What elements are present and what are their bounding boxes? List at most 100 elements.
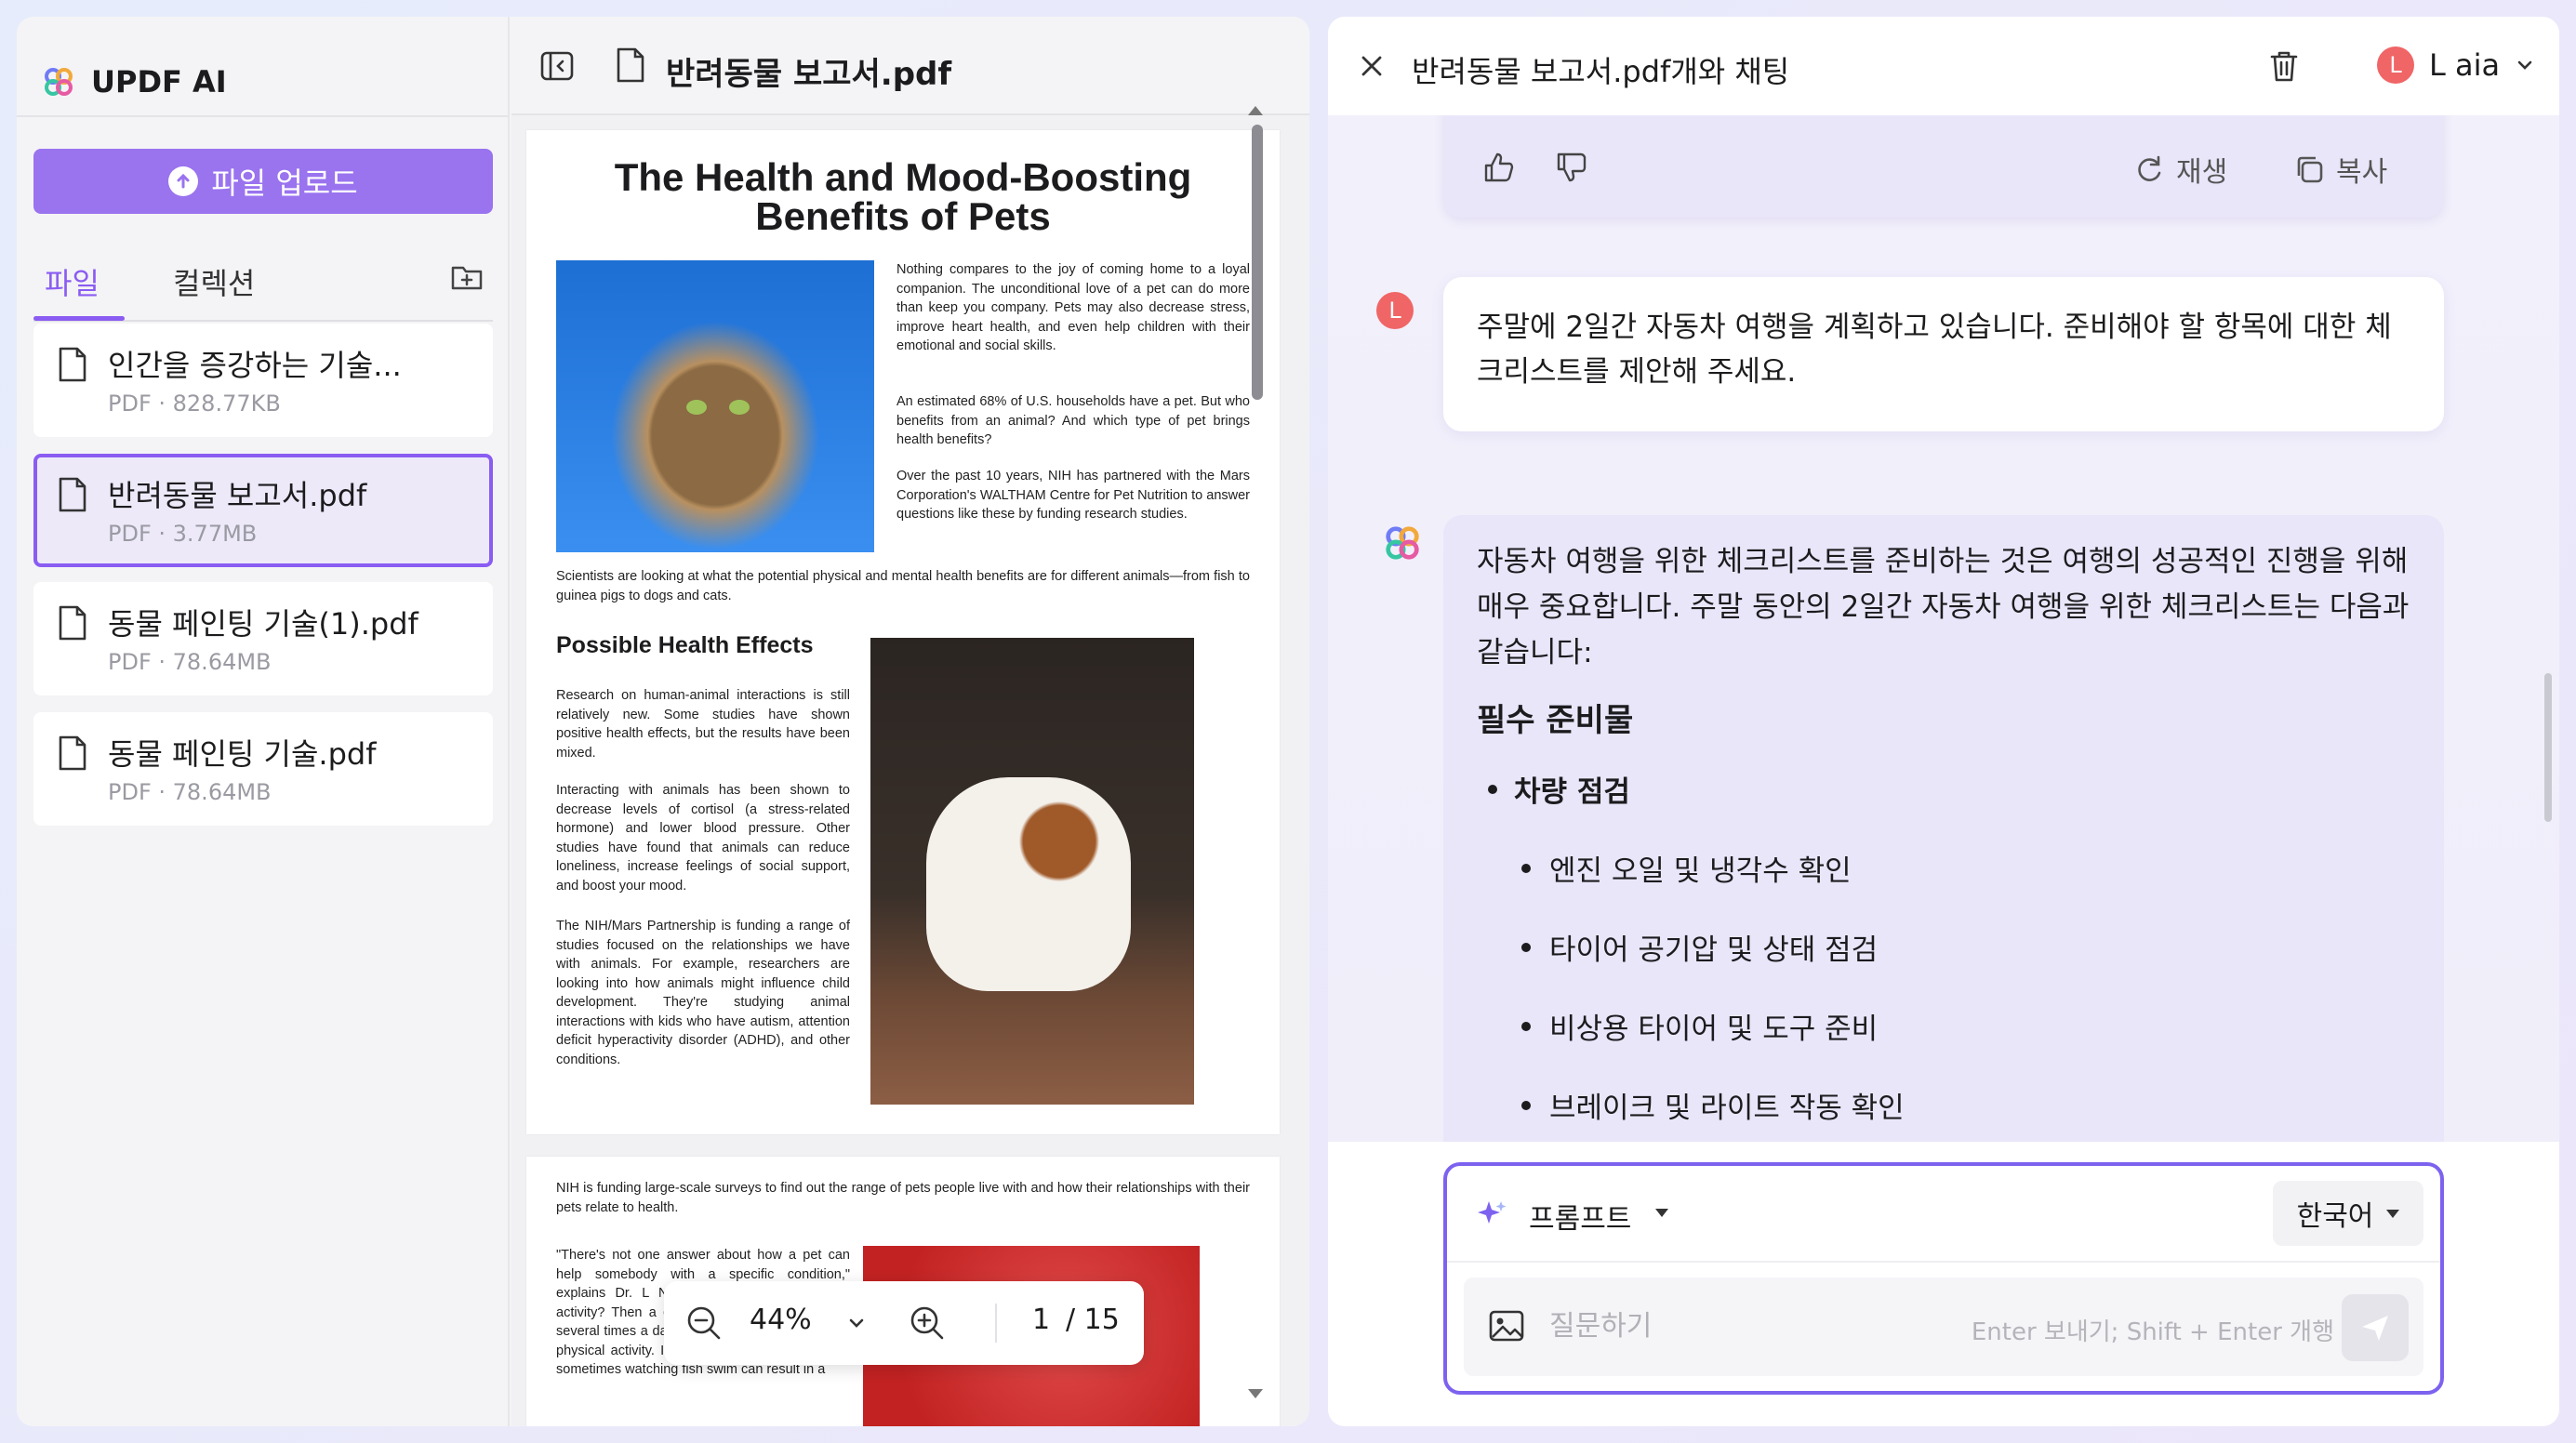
cat-eye — [686, 400, 707, 415]
chevron-down-icon[interactable] — [846, 1313, 867, 1333]
file-icon — [59, 477, 86, 512]
viewer-header: 반려동물 보고서.pdf — [511, 17, 1309, 115]
send-icon — [2362, 1316, 2388, 1341]
bullet — [1521, 1021, 1531, 1031]
zoom-level[interactable]: 44% — [750, 1304, 812, 1336]
file-icon — [59, 735, 86, 771]
ai-intro: 자동차 여행을 위한 체크리스트를 준비하는 것은 여행의 성공적인 진행을 위… — [1477, 545, 2410, 669]
ai-heading: 필수 준비물 — [1477, 702, 1634, 739]
file-name: 인간을 증강하는 기술... — [108, 348, 402, 383]
doc-title: The Health and Mood-Boosting Benefits of… — [526, 158, 1280, 236]
ai-assistant-icon — [1386, 526, 1419, 560]
file-meta: PDF · 828.77KB — [108, 391, 281, 417]
input-row: Enter 보내기; Shift + Enter 개행 — [1464, 1278, 2423, 1376]
file-meta: PDF · 78.64MB — [108, 779, 272, 805]
bullet — [1521, 942, 1531, 952]
file-item[interactable]: 동물 페인팅 기술.pdf PDF · 78.64MB — [33, 712, 493, 826]
chevron-down-icon — [2517, 60, 2532, 70]
regenerate-label: 재생 — [2176, 156, 2228, 189]
doc-paragraph: Over the past 10 years, NIH has partnere… — [896, 469, 1250, 522]
doc-heading: Possible Health Effects — [556, 632, 814, 658]
doc-paragraph: NIH is funding large-scale surveys to fi… — [556, 1181, 1250, 1215]
dog-and-cat-photo — [870, 638, 1194, 1105]
regenerate-button[interactable]: 재생 — [2133, 149, 2227, 190]
question-input[interactable] — [1549, 1298, 1940, 1354]
collapse-sidebar-icon[interactable] — [539, 48, 575, 84]
list-item: 타이어 공기압 및 상태 점검 — [1477, 926, 2410, 968]
copy-button[interactable]: 복사 — [2293, 149, 2387, 190]
doc-title-line: Benefits of Pets — [755, 194, 1051, 238]
send-button[interactable] — [2342, 1294, 2409, 1361]
doc-paragraph: Scientists are looking at what the poten… — [556, 569, 1250, 603]
list-text: 타이어 공기압 및 상태 점검 — [1549, 933, 1879, 967]
zoom-out-icon[interactable] — [684, 1304, 724, 1343]
language-value: 한국어 — [2296, 1200, 2374, 1233]
zoom-toolbar: 44% 1 / 15 — [664, 1281, 1144, 1365]
file-name: 동물 페인팅 기술.pdf — [108, 736, 377, 772]
pdf-viewer: 반려동물 보고서.pdf The Health and Mood-Boostin… — [511, 17, 1309, 1426]
document-icon — [617, 47, 644, 83]
close-icon[interactable] — [1356, 50, 1388, 82]
doc-paragraph: The NIH/Mars Partnership is funding a ra… — [556, 919, 850, 1067]
trash-icon[interactable] — [2267, 48, 2301, 84]
user-menu[interactable]: L L aia — [2377, 46, 2535, 84]
ai-message: 자동차 여행을 위한 체크리스트를 준비하는 것은 여행의 성공적인 진행을 위… — [1443, 515, 2444, 1142]
chat-messages: 재생 복사 L 주말에 2일간 자동차 여행을 계획하고 있습니다. 준비해야 … — [1328, 115, 2559, 1142]
doc-title-line: The Health and Mood-Boosting — [614, 155, 1192, 199]
tab-files[interactable]: 파일 — [45, 260, 100, 303]
list-item: 엔진 오일 및 냉각수 확인 — [1477, 847, 2410, 889]
sidebar-tabs: 파일 컬렉션 — [33, 249, 493, 322]
list-text: 비상용 타이어 및 도구 준비 — [1549, 1013, 1879, 1046]
upload-label: 파일 업로드 — [211, 165, 358, 201]
sparkle-icon — [1478, 1201, 1507, 1224]
chat-scrollbar-thumb[interactable] — [2544, 673, 2552, 822]
current-page[interactable]: 1 — [1032, 1304, 1050, 1336]
language-select[interactable]: 한국어 — [2273, 1181, 2423, 1246]
pdf-scrollbar-thumb[interactable] — [1252, 125, 1263, 400]
caret-down-icon[interactable] — [1655, 1209, 1668, 1217]
file-item[interactable]: 동물 페인팅 기술(1).pdf PDF · 78.64MB — [33, 582, 493, 695]
doc-paragraph: Nothing compares to the joy of coming ho… — [896, 262, 1250, 353]
brand: UPDF AI — [43, 48, 227, 115]
upload-file-button[interactable]: 파일 업로드 — [33, 149, 493, 214]
file-name: 동물 페인팅 기술(1).pdf — [108, 606, 418, 642]
prompt-dropdown[interactable]: 프롬프트 — [1529, 1196, 1631, 1237]
user-avatar: L — [1376, 292, 1414, 329]
avatar: L — [2377, 46, 2414, 84]
cat-photo — [556, 260, 874, 552]
pdf-page: The Health and Mood-Boosting Benefits of… — [526, 130, 1280, 1134]
scroll-up-arrow[interactable] — [1248, 106, 1263, 115]
document-title: 반려동물 보고서.pdf — [666, 56, 952, 93]
bullet — [1521, 863, 1531, 873]
list-item: 비상용 타이어 및 도구 준비 — [1477, 1005, 2410, 1047]
file-icon — [59, 347, 86, 382]
list-item: 차량 점검 — [1477, 768, 2410, 810]
list-item: 브레이크 및 라이트 작동 확인 — [1477, 1084, 2410, 1126]
list-title: 차량 점검 — [1514, 775, 1630, 809]
updf-logo-icon — [45, 68, 73, 96]
doc-paragraph: Research on human-animal interactions is… — [556, 688, 850, 761]
file-sidebar: UPDF AI 파일 업로드 파일 컬렉션 인간을 증강하는 기술... PDF… — [17, 17, 510, 1426]
thumbs-down-icon[interactable] — [1553, 149, 1590, 186]
caret-down-icon — [2386, 1209, 2400, 1218]
chat-header: 반려동물 보고서.pdf개와 채팅 L L aia — [1328, 17, 2559, 115]
image-upload-icon[interactable] — [1488, 1309, 1525, 1343]
list-text: 엔진 오일 및 냉각수 확인 — [1549, 854, 1852, 888]
previous-answer-footer: 재생 복사 — [1443, 115, 2444, 218]
tab-collections[interactable]: 컬렉션 — [173, 260, 255, 303]
file-item-selected[interactable]: 반려동물 보고서.pdf PDF · 3.77MB — [33, 454, 493, 567]
file-item[interactable]: 인간을 증강하는 기술... PDF · 828.77KB — [33, 324, 493, 437]
composer-toolbar: 프롬프트 한국어 — [1447, 1166, 2440, 1263]
divider — [17, 115, 508, 117]
list-text: 브레이크 및 라이트 작동 확인 — [1549, 1092, 1905, 1125]
new-folder-icon[interactable] — [450, 260, 484, 294]
zoom-in-icon[interactable] — [908, 1304, 947, 1343]
scroll-down-arrow[interactable] — [1248, 1389, 1263, 1398]
refresh-icon — [2138, 155, 2161, 181]
doc-paragraph: An estimated 68% of U.S. households have… — [896, 394, 1250, 447]
tab-active-indicator — [33, 316, 125, 321]
divider — [995, 1304, 997, 1343]
brand-name: UPDF AI — [91, 64, 227, 99]
thumbs-up-icon[interactable] — [1481, 149, 1518, 186]
file-name: 반려동물 보고서.pdf — [108, 478, 367, 513]
